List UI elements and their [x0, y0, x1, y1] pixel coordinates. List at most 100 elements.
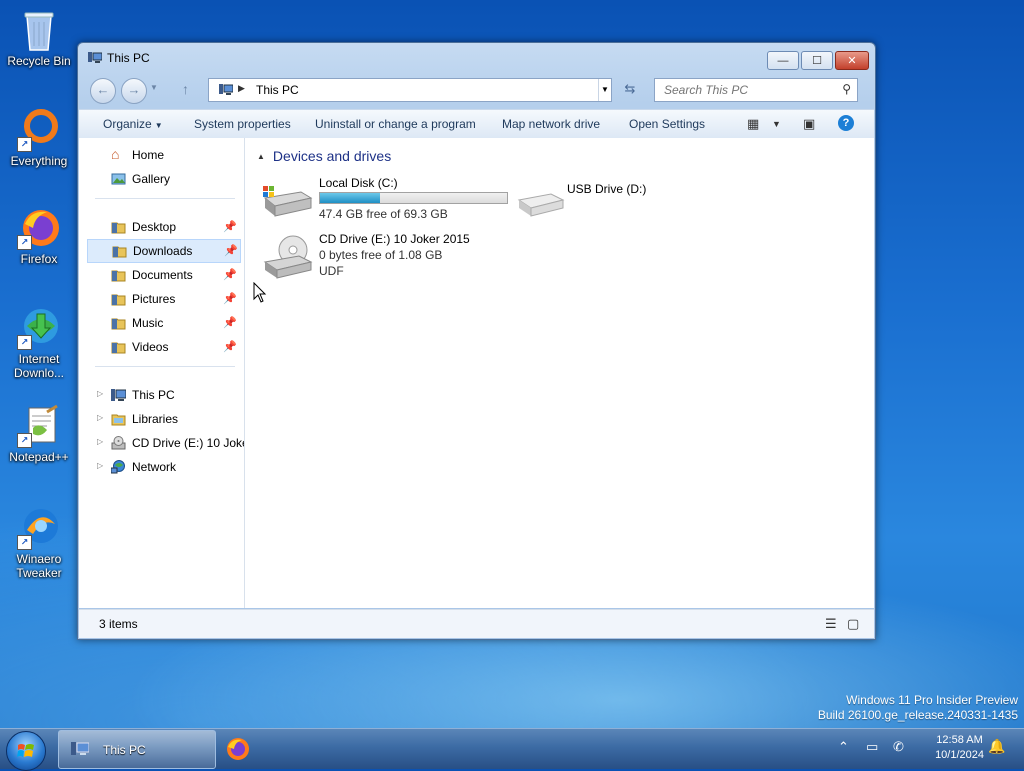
nav-item-music[interactable]: Music 📌 — [87, 312, 239, 334]
libraries-icon — [111, 414, 126, 426]
map-network-drive-button[interactable]: Map network drive — [502, 117, 600, 131]
home-icon: ⌂ — [111, 146, 120, 162]
taskbar-button-this-pc[interactable]: This PC — [58, 730, 216, 769]
expand-chevron-icon[interactable]: ▷ — [97, 437, 103, 446]
clock[interactable]: 12:58 AM 10/1/2024 — [935, 733, 984, 763]
globe-download-icon: ↗ — [17, 306, 61, 350]
shortcut-arrow-icon: ↗ — [17, 535, 32, 550]
pin-icon[interactable]: 📌 — [223, 220, 237, 233]
group-header[interactable]: ▲ Devices and drives — [257, 148, 391, 164]
system-properties-button[interactable]: System properties — [194, 117, 291, 131]
drive-free-space: 47.4 GB free of 69.3 GB — [319, 207, 448, 221]
nav-item-pictures[interactable]: Pictures 📌 — [87, 288, 239, 310]
desktop-icon-label: Internet Downlo... — [13, 352, 65, 380]
collapse-triangle-icon[interactable]: ▲ — [257, 152, 265, 161]
desktop-icon-firefox[interactable]: ↗ Firefox — [4, 206, 74, 266]
navigation-pane: ⌂ Home Gallery Desktop 📌 Downloads 📌 Doc… — [79, 138, 245, 608]
title-bar[interactable]: This PC — ☐ ✕ — [78, 43, 875, 73]
firefox-icon[interactable] — [226, 737, 250, 761]
uninstall-program-button[interactable]: Uninstall or change a program — [315, 117, 476, 131]
computer-icon — [88, 52, 102, 63]
desktop-icon-notepad-plus-plus[interactable]: ↗ Notepad++ — [4, 404, 74, 464]
taskbar-button-label: This PC — [103, 743, 146, 757]
organize-button[interactable]: Organize ▼ — [103, 117, 163, 131]
address-bar[interactable]: ▶ This PC ▼ — [208, 78, 612, 102]
desktop-icon-winaero-tweaker[interactable]: ↗ Winaero Tweaker — [4, 506, 74, 580]
refresh-icon[interactable]: ⇆ — [618, 78, 642, 100]
pin-icon[interactable]: 📌 — [223, 316, 237, 329]
shortcut-arrow-icon: ↗ — [17, 235, 32, 250]
nav-item-videos[interactable]: Videos 📌 — [87, 336, 239, 358]
nav-item-libraries[interactable]: ▷ Libraries — [87, 408, 239, 430]
minimize-button[interactable]: — — [767, 51, 799, 70]
view-options-dropdown-icon[interactable]: ▼ — [772, 119, 781, 129]
back-button[interactable]: ← — [90, 78, 116, 104]
nav-item-documents[interactable]: Documents 📌 — [87, 264, 239, 286]
large-icons-view-icon[interactable]: ▢ — [847, 616, 859, 632]
drive-usb-d[interactable]: USB Drive (D:) — [515, 182, 685, 228]
forward-arrow-icon: → — [127, 82, 141, 97]
nav-item-label: Videos — [132, 340, 169, 354]
everything-icon: ↗ — [17, 108, 61, 152]
expand-chevron-icon[interactable]: ▷ — [97, 461, 103, 470]
open-settings-button[interactable]: Open Settings — [629, 117, 705, 131]
nav-item-cd-drive[interactable]: ▷ CD Drive (E:) 10 Joker — [87, 432, 244, 454]
address-dropdown-icon[interactable]: ▼ — [598, 79, 611, 101]
folder-icon — [111, 270, 126, 282]
desktop-icon-everything[interactable]: ↗ Everything — [4, 108, 74, 168]
change-view-icon[interactable]: ▦ — [747, 116, 759, 132]
computer-icon — [111, 389, 126, 401]
pin-icon[interactable]: 📌 — [223, 292, 237, 305]
shortcut-arrow-icon: ↗ — [17, 137, 32, 152]
nav-item-label: Downloads — [133, 244, 193, 258]
search-box[interactable]: ⚲ — [654, 78, 858, 102]
drive-name: Local Disk (C:) — [319, 176, 398, 190]
shortcut-arrow-icon: ↗ — [17, 433, 32, 448]
expand-chevron-icon[interactable]: ▷ — [97, 413, 103, 422]
nav-item-label: Desktop — [132, 220, 177, 234]
mouse-cursor-icon — [253, 282, 267, 303]
desktop-icon-label: Firefox — [20, 252, 58, 266]
close-button[interactable]: ✕ — [835, 51, 869, 70]
nav-item-label: Gallery — [132, 172, 171, 186]
help-button[interactable]: ? — [838, 115, 854, 131]
nav-item-this-pc[interactable]: ▷ This PC — [87, 384, 239, 406]
desktop-icon-internet-download-manager[interactable]: ↗ Internet Downlo... — [4, 306, 74, 380]
usb-drive-icon — [517, 193, 565, 217]
drive-cd-e[interactable]: CD Drive (E:) 10 Joker 2015 0 bytes free… — [261, 232, 511, 282]
maximize-button[interactable]: ☐ — [801, 51, 833, 70]
nav-item-network[interactable]: ▷ Network — [87, 456, 239, 478]
nav-item-label: This PC — [132, 388, 175, 402]
network-tray-icon[interactable]: ▭ — [866, 739, 878, 755]
desktop-icon-label: Recycle Bin — [7, 54, 71, 68]
pin-icon[interactable]: 📌 — [223, 340, 237, 353]
up-arrow-icon[interactable]: ↑ — [182, 81, 189, 97]
volume-tray-icon[interactable]: ✆ — [893, 739, 904, 755]
expand-chevron-icon[interactable]: ▷ — [97, 389, 103, 398]
desktop-icon-recycle-bin[interactable]: Recycle Bin — [4, 8, 74, 68]
recent-locations-dropdown-icon[interactable]: ▼ — [150, 83, 158, 92]
nav-item-gallery[interactable]: Gallery — [87, 168, 239, 190]
gallery-icon — [111, 173, 126, 185]
show-hidden-icons-chevron-icon[interactable]: ⌃ — [838, 739, 849, 755]
preview-pane-icon[interactable]: ▣ — [803, 116, 815, 132]
nav-item-home[interactable]: ⌂ Home — [87, 144, 239, 166]
drive-local-disk-c[interactable]: Local Disk (C:) 47.4 GB free of 69.3 GB — [261, 176, 511, 222]
nav-item-desktop[interactable]: Desktop 📌 — [87, 216, 239, 238]
search-input[interactable] — [662, 79, 836, 101]
forward-button[interactable]: → — [121, 78, 147, 104]
search-icon[interactable]: ⚲ — [842, 82, 851, 96]
notification-bell-icon[interactable]: 🔔 — [988, 738, 1005, 755]
details-view-icon[interactable]: ☰ — [825, 616, 837, 632]
pin-icon[interactable]: 📌 — [223, 268, 237, 281]
winaero-icon: ↗ — [17, 506, 61, 550]
nav-item-label: Music — [132, 316, 164, 330]
start-button[interactable] — [6, 731, 46, 771]
watermark-line-1: Windows 11 Pro Insider Preview — [846, 693, 1018, 707]
nav-separator — [95, 366, 235, 367]
pin-icon[interactable]: 📌 — [224, 244, 238, 257]
content-pane: ▲ Devices and drives Local Disk (C:) 47.4… — [245, 138, 874, 608]
computer-icon — [219, 84, 233, 95]
nav-item-downloads[interactable]: Downloads 📌 — [87, 239, 241, 263]
breadcrumb-chevron-icon[interactable]: ▶ — [238, 83, 245, 94]
